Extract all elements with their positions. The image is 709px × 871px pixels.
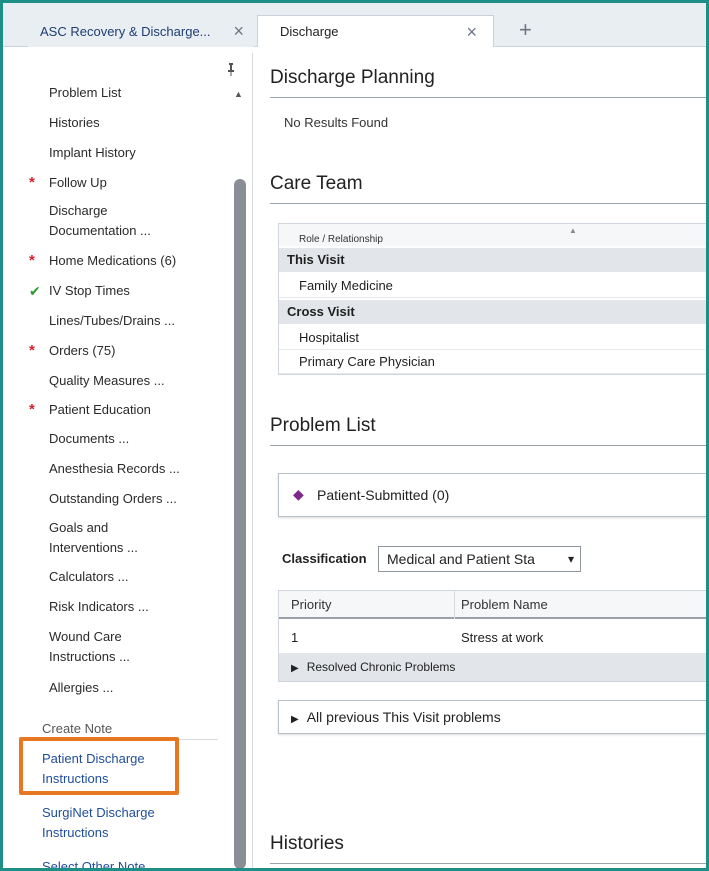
- sidebar-item-implant-history[interactable]: Implant History: [49, 143, 136, 163]
- tab-label: ASC Recovery & Discharge...: [40, 23, 211, 39]
- sidebar-item-problem-list[interactable]: Problem List: [49, 83, 121, 103]
- resolved-chronic-problems-toggle[interactable]: ▶ Resolved Chronic Problems: [279, 653, 706, 681]
- select-other-note-link[interactable]: Select Other Note: [42, 857, 145, 868]
- diamond-icon: ◆: [293, 486, 304, 502]
- previous-problems-label: All previous This Visit problems: [306, 709, 501, 725]
- care-team-title: Care Team: [270, 173, 706, 204]
- sidebar-item-label: IV Stop Times: [49, 283, 130, 298]
- sort-arrow-icon[interactable]: ▲: [569, 226, 577, 235]
- group-row-cross-visit: Cross Visit: [279, 300, 706, 324]
- app-window: ASC Recovery & Discharge... × Discharge …: [0, 0, 709, 871]
- sidebar-item-label: Calculators ...: [49, 569, 129, 584]
- required-asterisk-icon: *: [29, 342, 35, 359]
- tab-asc-recovery[interactable]: ASC Recovery & Discharge... ×: [28, 15, 254, 47]
- sidebar-item-goals-interventions[interactable]: Goals and Interventions ...: [49, 518, 138, 558]
- sidebar-item-home-medications[interactable]: * Home Medications (6): [29, 251, 177, 271]
- required-asterisk-icon: *: [29, 252, 35, 269]
- table-header: Priority Problem Name: [279, 591, 706, 619]
- close-icon[interactable]: ×: [233, 21, 244, 42]
- resolved-label: Resolved Chronic Problems: [306, 660, 456, 674]
- table-row[interactable]: Family Medicine: [279, 274, 706, 298]
- sidebar-item-outstanding-orders[interactable]: Outstanding Orders ...: [49, 489, 177, 509]
- tab-discharge[interactable]: Discharge ×: [257, 15, 494, 47]
- sidebar-item-label: Risk Indicators ...: [49, 599, 149, 614]
- pin-icon[interactable]: [227, 63, 235, 80]
- sidebar-item-orders[interactable]: * Orders (75): [29, 341, 116, 361]
- checkmark-icon: ✔: [29, 283, 41, 299]
- group-row-this-visit: This Visit: [279, 248, 706, 272]
- table-header[interactable]: Role / Relationship ▲: [279, 224, 706, 246]
- main-content: Discharge Planning No Results Found Care…: [258, 53, 706, 868]
- sidebar-item-label: Follow Up: [49, 175, 107, 190]
- sidebar-item-label: Orders (75): [49, 343, 116, 358]
- tab-label: Discharge: [280, 24, 339, 39]
- sidebar-item-histories[interactable]: Histories: [49, 113, 100, 133]
- new-tab-icon[interactable]: +: [519, 17, 532, 43]
- tab-strip: ASC Recovery & Discharge... × Discharge …: [3, 3, 706, 47]
- problem-name-cell: Stress at work: [461, 630, 544, 645]
- sidebar-item-iv-stop-times[interactable]: ✔ IV Stop Times: [29, 281, 130, 301]
- column-divider[interactable]: [454, 591, 455, 619]
- care-team-table: Role / Relationship ▲ This Visit Family …: [278, 223, 706, 375]
- sidebar-item-label: Problem List: [49, 85, 122, 100]
- sidebar-item-anesthesia-records[interactable]: Anesthesia Records ...: [49, 459, 180, 479]
- problem-list-title: Problem List: [270, 415, 706, 446]
- chevron-down-icon: ▾: [567, 552, 574, 566]
- sidebar-item-allergies[interactable]: Allergies ...: [49, 678, 113, 698]
- sidebar-item-label: Discharge Documentation ...: [49, 203, 151, 238]
- sidebar-item-label: Anesthesia Records ...: [49, 461, 180, 476]
- sidebar-item-quality-measures[interactable]: Quality Measures ...: [49, 371, 165, 391]
- required-asterisk-icon: *: [29, 401, 35, 418]
- sidebar-item-lines-tubes-drains[interactable]: Lines/Tubes/Drains ...: [49, 311, 175, 331]
- problem-list-table: Priority Problem Name 1 Stress at work ▶…: [278, 590, 706, 682]
- sidebar-item-label: Patient Education: [49, 402, 151, 417]
- sidebar-item-label: Home Medications (6): [49, 253, 177, 268]
- sidebar-item-label: Wound Care Instructions ...: [49, 629, 130, 664]
- sidebar-item-patient-education[interactable]: * Patient Education: [29, 400, 151, 420]
- sidebar-item-label: Goals and Interventions ...: [49, 520, 138, 555]
- classification-select[interactable]: Medical and Patient Sta ▾: [378, 546, 581, 572]
- patient-submitted-panel[interactable]: ◆ Patient-Submitted (0): [278, 473, 706, 517]
- close-icon[interactable]: ×: [466, 22, 477, 43]
- expand-triangle-icon: ▶: [291, 714, 299, 725]
- highlight-box: [19, 737, 179, 795]
- required-asterisk-icon: *: [29, 174, 35, 191]
- scrollbar-thumb[interactable]: [234, 179, 246, 868]
- table-row[interactable]: 1 Stress at work: [279, 621, 706, 653]
- table-row[interactable]: Primary Care Physician: [279, 350, 706, 374]
- patient-submitted-label: Patient-Submitted (0): [317, 487, 450, 503]
- sidebar-item-label: Outstanding Orders ...: [49, 491, 177, 506]
- expand-triangle-icon: ▶: [291, 663, 299, 674]
- table-row[interactable]: Hospitalist: [279, 326, 706, 350]
- sidebar-item-label: Lines/Tubes/Drains ...: [49, 313, 175, 328]
- sidebar-item-label: Quality Measures ...: [49, 373, 165, 388]
- sidebar-item-risk-indicators[interactable]: Risk Indicators ...: [49, 597, 149, 617]
- classification-label: Classification: [282, 551, 367, 566]
- sidebar-item-label: Implant History: [49, 145, 136, 160]
- scroll-up-arrow-icon[interactable]: ▲: [234, 89, 243, 99]
- sidebar-item-label: Documents ...: [49, 431, 130, 446]
- discharge-planning-title: Discharge Planning: [270, 67, 706, 98]
- histories-title: Histories: [270, 833, 706, 864]
- classification-value: Medical and Patient Sta: [387, 551, 535, 567]
- sidebar-item-label: Histories: [49, 115, 100, 130]
- sidebar-item-discharge-documentation[interactable]: Discharge Documentation ...: [49, 201, 151, 241]
- column-header-role: Role / Relationship: [299, 234, 383, 245]
- sidebar-item-documents[interactable]: Documents ...: [49, 429, 129, 449]
- column-header-priority[interactable]: Priority: [291, 597, 331, 612]
- sidebar-item-calculators[interactable]: Calculators ...: [49, 567, 128, 587]
- sidebar-item-wound-care[interactable]: Wound Care Instructions ...: [49, 627, 130, 667]
- no-results-text: No Results Found: [284, 115, 389, 130]
- priority-cell: 1: [291, 630, 299, 645]
- sidebar-item-label: Allergies ...: [49, 680, 114, 695]
- surginet-discharge-instructions-link[interactable]: SurgiNet Discharge Instructions: [42, 803, 155, 843]
- previous-problems-toggle[interactable]: ▶ All previous This Visit problems: [278, 700, 706, 734]
- column-header-problem-name[interactable]: Problem Name: [461, 597, 548, 612]
- sidebar-item-follow-up[interactable]: * Follow Up: [29, 173, 107, 193]
